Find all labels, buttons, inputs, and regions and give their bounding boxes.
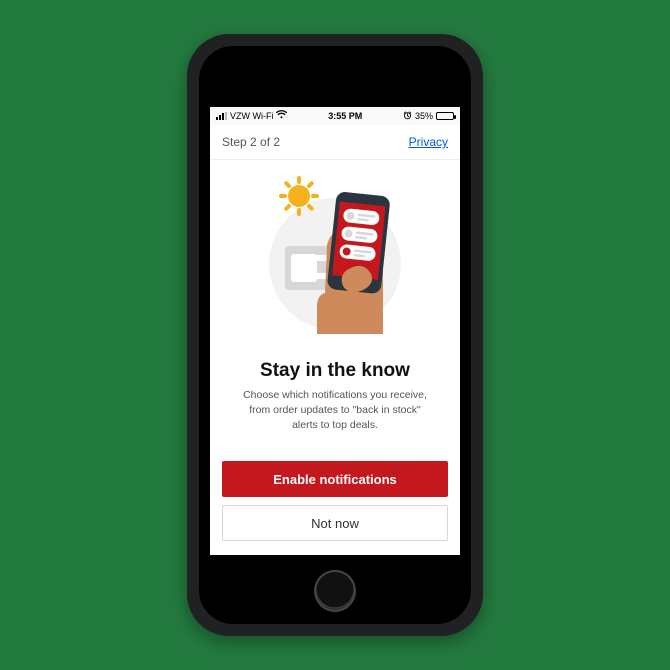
not-now-button[interactable]: Not now	[222, 505, 448, 541]
home-button[interactable]	[314, 570, 356, 612]
battery-icon	[436, 112, 454, 120]
status-right: 35%	[403, 111, 454, 122]
carrier-label: VZW Wi-Fi	[230, 111, 273, 121]
button-group: Enable notifications Not now	[210, 451, 460, 555]
page-subtitle: Choose which notifications you receive, …	[210, 382, 460, 434]
status-left: VZW Wi-Fi	[216, 110, 287, 122]
clock-label: 3:55 PM	[328, 111, 362, 121]
device-inner: VZW Wi-Fi 3:55 PM 35%	[199, 46, 471, 624]
page-title: Stay in the know	[210, 360, 460, 382]
privacy-link[interactable]: Privacy	[409, 135, 448, 149]
step-label: Step 2 of 2	[222, 135, 280, 149]
battery-pct-label: 35%	[415, 111, 433, 121]
notifications-illustration-icon	[251, 174, 419, 334]
enable-notifications-button[interactable]: Enable notifications	[222, 461, 448, 497]
signal-bars-icon	[216, 112, 227, 120]
device-frame: VZW Wi-Fi 3:55 PM 35%	[187, 34, 483, 636]
hero-illustration	[210, 160, 460, 334]
bezel: VZW Wi-Fi 3:55 PM 35%	[202, 49, 468, 621]
screen: VZW Wi-Fi 3:55 PM 35%	[210, 107, 460, 555]
spacer	[210, 434, 460, 451]
wifi-icon	[276, 110, 287, 122]
app-root: Step 2 of 2 Privacy	[210, 125, 460, 555]
status-bar: VZW Wi-Fi 3:55 PM 35%	[210, 107, 460, 125]
alarm-icon	[403, 111, 412, 122]
app-header: Step 2 of 2 Privacy	[210, 125, 460, 160]
